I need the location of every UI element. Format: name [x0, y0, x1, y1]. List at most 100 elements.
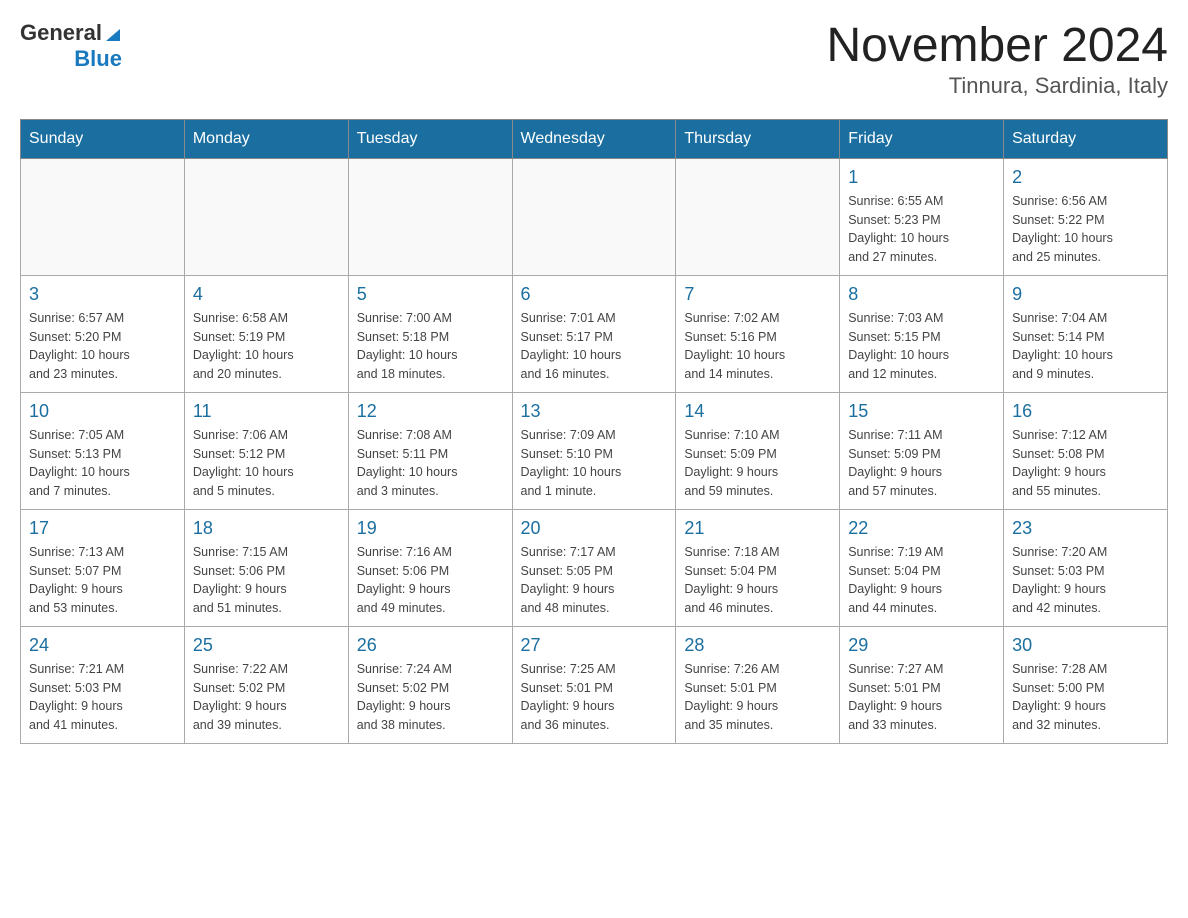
day-number: 27	[521, 635, 668, 656]
day-number: 15	[848, 401, 995, 422]
day-number: 14	[684, 401, 831, 422]
week-row-3: 10 Sunrise: 7:05 AMSunset: 5:13 PMDayligh…	[21, 392, 1168, 509]
day-number: 2	[1012, 167, 1159, 188]
calendar-cell	[348, 158, 512, 275]
calendar-cell: 10 Sunrise: 7:05 AMSunset: 5:13 PMDayligh…	[21, 392, 185, 509]
page-header: General Blue November 2024 Tinnura, Sard…	[20, 20, 1168, 99]
calendar-cell: 19Sunrise: 7:16 AMSunset: 5:06 PMDayligh…	[348, 509, 512, 626]
day-number: 16	[1012, 401, 1159, 422]
day-number: 5	[357, 284, 504, 305]
calendar-cell: 28 Sunrise: 7:26 AMSunset: 5:01 PMDayligh…	[676, 626, 840, 743]
day-number: 3	[29, 284, 176, 305]
day-info: Sunrise: 7:19 AMSunset: 5:04 PMDaylight:…	[848, 543, 995, 618]
day-number: 10	[29, 401, 176, 422]
week-row-5: 24 Sunrise: 7:21 AMSunset: 5:03 PMDayligh…	[21, 626, 1168, 743]
calendar-cell: 3Sunrise: 6:57 AMSunset: 5:20 PMDaylight…	[21, 275, 185, 392]
day-info: Sunrise: 7:28 AMSunset: 5:00 PMDaylight:…	[1012, 660, 1159, 735]
day-info: Sunrise: 6:56 AMSunset: 5:22 PMDaylight:…	[1012, 192, 1159, 267]
day-number: 21	[684, 518, 831, 539]
day-number: 9	[1012, 284, 1159, 305]
calendar-cell: 11Sunrise: 7:06 AMSunset: 5:12 PMDayligh…	[184, 392, 348, 509]
weekday-header-saturday: Saturday	[1004, 119, 1168, 158]
calendar-cell: 13 Sunrise: 7:09 AMSunset: 5:10 PMDayligh…	[512, 392, 676, 509]
day-info: Sunrise: 7:03 AMSunset: 5:15 PMDaylight:…	[848, 309, 995, 384]
calendar-cell	[184, 158, 348, 275]
day-info: Sunrise: 7:25 AMSunset: 5:01 PMDaylight:…	[521, 660, 668, 735]
day-info: Sunrise: 7:17 AMSunset: 5:05 PMDaylight:…	[521, 543, 668, 618]
weekday-header-friday: Friday	[840, 119, 1004, 158]
day-info: Sunrise: 7:06 AMSunset: 5:12 PMDaylight:…	[193, 426, 340, 501]
calendar-cell: 2 Sunrise: 6:56 AMSunset: 5:22 PMDaylight…	[1004, 158, 1168, 275]
location-title: Tinnura, Sardinia, Italy	[826, 73, 1168, 99]
calendar-cell: 23Sunrise: 7:20 AMSunset: 5:03 PMDayligh…	[1004, 509, 1168, 626]
calendar-cell: 16 Sunrise: 7:12 AMSunset: 5:08 PMDayligh…	[1004, 392, 1168, 509]
logo-general-text: General	[20, 20, 102, 46]
weekday-header-thursday: Thursday	[676, 119, 840, 158]
calendar-cell: 1 Sunrise: 6:55 AMSunset: 5:23 PMDaylight…	[840, 158, 1004, 275]
day-number: 13	[521, 401, 668, 422]
week-row-2: 3Sunrise: 6:57 AMSunset: 5:20 PMDaylight…	[21, 275, 1168, 392]
logo-blue-text: Blue	[74, 46, 122, 72]
day-number: 17	[29, 518, 176, 539]
day-info: Sunrise: 7:22 AMSunset: 5:02 PMDaylight:…	[193, 660, 340, 735]
day-number: 20	[521, 518, 668, 539]
calendar-cell: 4 Sunrise: 6:58 AMSunset: 5:19 PMDaylight…	[184, 275, 348, 392]
weekday-header-wednesday: Wednesday	[512, 119, 676, 158]
day-info: Sunrise: 7:27 AMSunset: 5:01 PMDaylight:…	[848, 660, 995, 735]
calendar-cell: 8 Sunrise: 7:03 AMSunset: 5:15 PMDaylight…	[840, 275, 1004, 392]
logo-triangle-icon	[102, 23, 122, 43]
day-number: 4	[193, 284, 340, 305]
day-info: Sunrise: 7:04 AMSunset: 5:14 PMDaylight:…	[1012, 309, 1159, 384]
day-number: 6	[521, 284, 668, 305]
day-number: 30	[1012, 635, 1159, 656]
calendar-cell: 27 Sunrise: 7:25 AMSunset: 5:01 PMDayligh…	[512, 626, 676, 743]
day-number: 26	[357, 635, 504, 656]
day-info: Sunrise: 7:11 AMSunset: 5:09 PMDaylight:…	[848, 426, 995, 501]
day-info: Sunrise: 7:13 AMSunset: 5:07 PMDaylight:…	[29, 543, 176, 618]
day-info: Sunrise: 7:05 AMSunset: 5:13 PMDaylight:…	[29, 426, 176, 501]
day-number: 22	[848, 518, 995, 539]
day-info: Sunrise: 6:58 AMSunset: 5:19 PMDaylight:…	[193, 309, 340, 384]
day-info: Sunrise: 6:55 AMSunset: 5:23 PMDaylight:…	[848, 192, 995, 267]
day-info: Sunrise: 7:12 AMSunset: 5:08 PMDaylight:…	[1012, 426, 1159, 501]
day-number: 1	[848, 167, 995, 188]
calendar-cell: 26Sunrise: 7:24 AMSunset: 5:02 PMDayligh…	[348, 626, 512, 743]
logo: General Blue	[20, 20, 122, 72]
calendar-cell: 15 Sunrise: 7:11 AMSunset: 5:09 PMDayligh…	[840, 392, 1004, 509]
day-info: Sunrise: 7:09 AMSunset: 5:10 PMDaylight:…	[521, 426, 668, 501]
day-number: 7	[684, 284, 831, 305]
day-info: Sunrise: 7:21 AMSunset: 5:03 PMDaylight:…	[29, 660, 176, 735]
calendar-cell: 21 Sunrise: 7:18 AMSunset: 5:04 PMDayligh…	[676, 509, 840, 626]
day-info: Sunrise: 7:01 AMSunset: 5:17 PMDaylight:…	[521, 309, 668, 384]
day-info: Sunrise: 7:18 AMSunset: 5:04 PMDaylight:…	[684, 543, 831, 618]
calendar-cell: 5Sunrise: 7:00 AMSunset: 5:18 PMDaylight…	[348, 275, 512, 392]
calendar-cell: 24 Sunrise: 7:21 AMSunset: 5:03 PMDayligh…	[21, 626, 185, 743]
calendar-cell: 7Sunrise: 7:02 AMSunset: 5:16 PMDaylight…	[676, 275, 840, 392]
week-row-4: 17 Sunrise: 7:13 AMSunset: 5:07 PMDayligh…	[21, 509, 1168, 626]
calendar-cell	[676, 158, 840, 275]
day-number: 12	[357, 401, 504, 422]
weekday-header-monday: Monday	[184, 119, 348, 158]
calendar-header-row: SundayMondayTuesdayWednesdayThursdayFrid…	[21, 119, 1168, 158]
calendar-cell	[512, 158, 676, 275]
calendar-cell: 25Sunrise: 7:22 AMSunset: 5:02 PMDayligh…	[184, 626, 348, 743]
day-info: Sunrise: 7:15 AMSunset: 5:06 PMDaylight:…	[193, 543, 340, 618]
day-number: 28	[684, 635, 831, 656]
calendar-table: SundayMondayTuesdayWednesdayThursdayFrid…	[20, 119, 1168, 744]
day-number: 23	[1012, 518, 1159, 539]
calendar-cell: 22 Sunrise: 7:19 AMSunset: 5:04 PMDayligh…	[840, 509, 1004, 626]
day-info: Sunrise: 7:26 AMSunset: 5:01 PMDaylight:…	[684, 660, 831, 735]
day-number: 8	[848, 284, 995, 305]
calendar-cell: 18Sunrise: 7:15 AMSunset: 5:06 PMDayligh…	[184, 509, 348, 626]
weekday-header-tuesday: Tuesday	[348, 119, 512, 158]
weekday-header-sunday: Sunday	[21, 119, 185, 158]
calendar-cell: 14Sunrise: 7:10 AMSunset: 5:09 PMDayligh…	[676, 392, 840, 509]
calendar-cell: 12Sunrise: 7:08 AMSunset: 5:11 PMDayligh…	[348, 392, 512, 509]
calendar-cell: 9 Sunrise: 7:04 AMSunset: 5:14 PMDaylight…	[1004, 275, 1168, 392]
calendar-cell: 29 Sunrise: 7:27 AMSunset: 5:01 PMDayligh…	[840, 626, 1004, 743]
day-number: 24	[29, 635, 176, 656]
day-number: 29	[848, 635, 995, 656]
day-number: 19	[357, 518, 504, 539]
week-row-1: 1 Sunrise: 6:55 AMSunset: 5:23 PMDaylight…	[21, 158, 1168, 275]
calendar-cell: 20 Sunrise: 7:17 AMSunset: 5:05 PMDayligh…	[512, 509, 676, 626]
